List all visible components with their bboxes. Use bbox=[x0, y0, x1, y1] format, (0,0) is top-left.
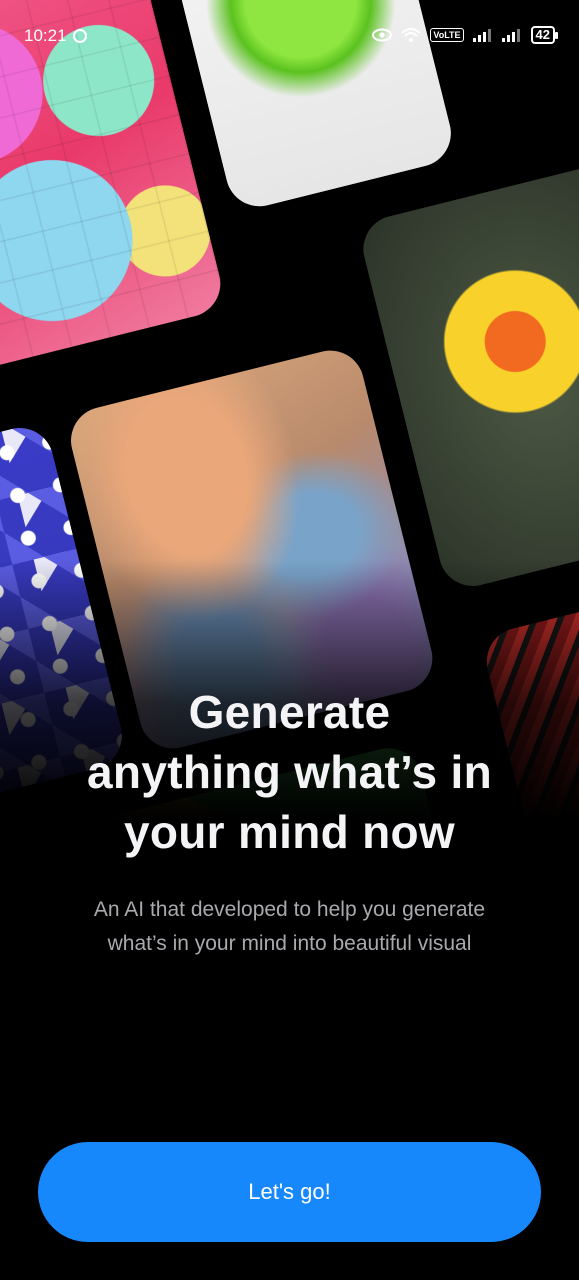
lets-go-button[interactable]: Let's go! bbox=[38, 1142, 541, 1242]
headline-line: anything what’s in bbox=[87, 746, 492, 798]
volte-icon: VoLTE bbox=[430, 28, 464, 42]
eye-icon bbox=[372, 28, 393, 42]
clock-alarm-icon bbox=[72, 29, 87, 43]
subtitle-line: An AI that developed to help you generat… bbox=[93, 898, 486, 921]
signal-icon bbox=[472, 28, 493, 42]
headline-line: Generate bbox=[188, 686, 391, 738]
status-time: 10:21 bbox=[24, 26, 67, 45]
onboarding-headline: Generate anything what’s in your mind no… bbox=[20, 682, 559, 862]
status-right: VoLTE 42 bbox=[372, 26, 559, 44]
battery-icon: 42 bbox=[530, 26, 559, 44]
onboarding-subtitle: An AI that developed to help you generat… bbox=[30, 893, 549, 961]
subtitle-line: what’s in your mind into beautiful visua… bbox=[107, 932, 472, 955]
signal-icon bbox=[501, 28, 522, 42]
status-bar: 10:21 VoLTE 42 bbox=[0, 0, 579, 72]
headline-line: your mind now bbox=[124, 806, 455, 858]
onboarding-screen: 10:21 VoLTE 42 Generate anything what’s … bbox=[0, 0, 579, 1280]
wifi-icon bbox=[401, 27, 422, 43]
status-left: 10:21 bbox=[24, 26, 87, 46]
